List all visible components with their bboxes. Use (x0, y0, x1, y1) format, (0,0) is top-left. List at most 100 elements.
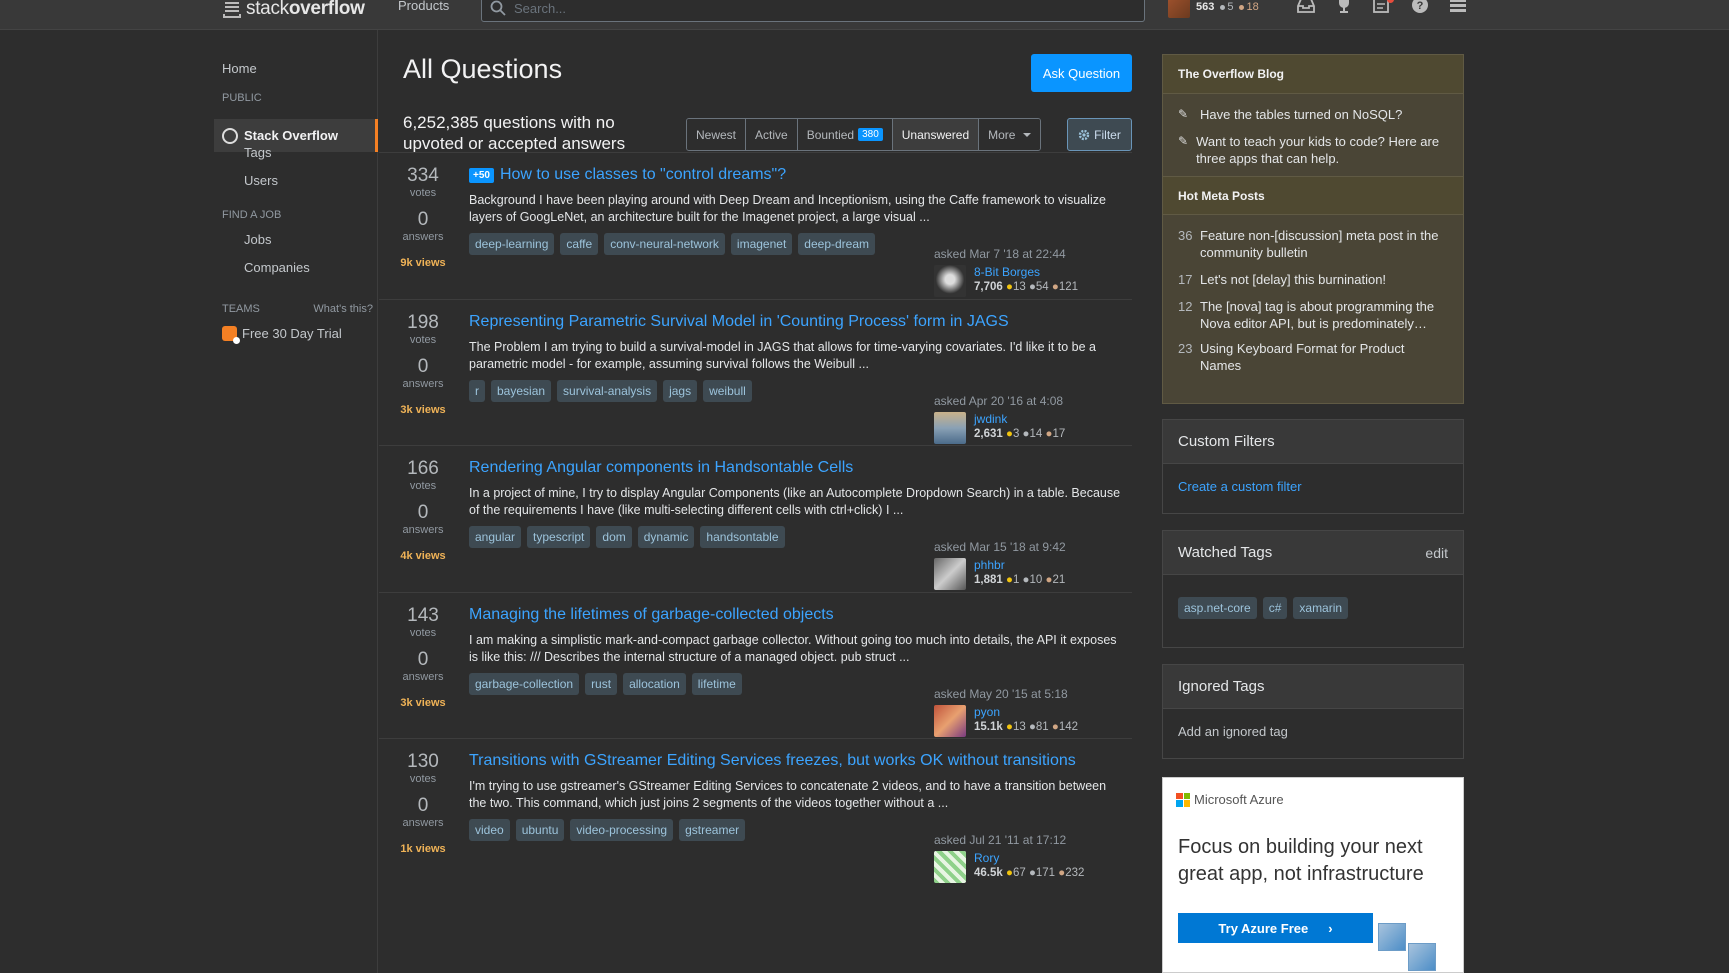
search-input[interactable] (514, 0, 1114, 16)
user-name[interactable]: jwdink (974, 412, 1065, 426)
user-profile-link[interactable]: 563 5 18 (1168, 0, 1259, 18)
nav-jobs[interactable]: Jobs (244, 232, 271, 247)
question-tag[interactable]: deep-learning (469, 233, 555, 255)
tab-more[interactable]: More (979, 119, 1041, 150)
question-tag[interactable]: r (469, 380, 485, 402)
user-avatar[interactable] (934, 705, 966, 737)
user-avatar[interactable] (934, 851, 966, 883)
nav-home[interactable]: Home (222, 61, 257, 76)
question-tag[interactable]: dom (596, 526, 632, 548)
blog-item[interactable]: ✎ Want to teach your kids to code? Here … (1163, 133, 1463, 167)
question-tag[interactable]: typescript (527, 526, 591, 548)
reputation: 563 (1196, 1, 1215, 13)
nav-companies[interactable]: Companies (244, 260, 310, 275)
question-tag[interactable]: jags (663, 380, 698, 402)
answers-label: answers (402, 524, 444, 536)
user-avatar[interactable] (934, 558, 966, 590)
site-switcher-icon[interactable] (1448, 0, 1468, 16)
question-tag[interactable]: rust (585, 673, 618, 695)
ignored-tags-title: Ignored Tags (1178, 678, 1265, 695)
question-title[interactable]: Transitions with GStreamer Editing Servi… (469, 752, 1076, 770)
filter-button[interactable]: Filter (1067, 118, 1132, 151)
user-name[interactable]: 8-Bit Borges (974, 265, 1078, 279)
free-trial-link[interactable]: Free 30 Day Trial (222, 326, 342, 344)
question-tag[interactable]: caffe (560, 233, 599, 255)
answer-count: 0 (417, 649, 429, 670)
question-tag[interactable]: imagenet (730, 233, 793, 255)
inbox-icon[interactable] (1296, 0, 1316, 16)
tab-bountied[interactable]: Bountied 380 (797, 119, 893, 150)
question-tag[interactable]: dynamic (637, 526, 695, 548)
meta-item[interactable]: 12 The [nova] tag is about programming t… (1163, 298, 1463, 332)
products-menu[interactable]: Products (398, 0, 449, 13)
question-title[interactable]: Rendering Angular components in Handsont… (469, 459, 853, 477)
question-tag[interactable]: bayesian (491, 380, 552, 402)
question-tag[interactable]: video (469, 819, 510, 841)
chevron-down-icon (1023, 132, 1032, 137)
search-box[interactable] (481, 0, 1145, 22)
question-tag[interactable]: deep-dream (798, 233, 876, 255)
help-icon[interactable]: ? (1410, 0, 1430, 16)
question-tag[interactable]: lifetime (691, 673, 742, 695)
question-tag[interactable]: handsontable (700, 526, 785, 548)
top-bar: stackoverflow Products 563 5 18 ? (0, 0, 1729, 30)
user-name[interactable]: pyon (974, 705, 1078, 719)
watched-tag[interactable]: xamarin (1293, 597, 1349, 619)
user-name[interactable]: Rory (974, 851, 1084, 865)
question-tag[interactable]: angular (469, 526, 522, 548)
tab-active[interactable]: Active (746, 119, 798, 150)
nav-stack-overflow[interactable]: Stack Overflow (214, 119, 378, 152)
meta-item[interactable]: 17 Let's not [delay] this burnination! (1163, 271, 1463, 288)
watched-tags-edit[interactable]: edit (1425, 545, 1448, 561)
question-title[interactable]: How to use classes to "control dreams"? (500, 166, 786, 184)
question-title-row: Managing the lifetimes of garbage-collec… (469, 605, 1129, 625)
bronze-badges: 18 (1239, 1, 1259, 13)
answers-label: answers (402, 671, 444, 683)
question-tag[interactable]: survival-analysis (557, 380, 658, 402)
question-owner: asked Mar 7 '18 at 22:44 8-Bit Borges 7,… (934, 247, 1134, 297)
user-avatar[interactable] (934, 265, 966, 297)
user-name[interactable]: phhbr (974, 558, 1065, 572)
add-ignored-tag[interactable]: Add an ignored tag (1178, 724, 1288, 739)
answer-count: 0 (417, 502, 429, 523)
ask-question-button[interactable]: Ask Question (1031, 54, 1132, 92)
watched-tag[interactable]: c# (1262, 597, 1288, 619)
question-tag[interactable]: conv-neural-network (604, 233, 725, 255)
stackoverflow-logo[interactable]: stackoverflow (222, 0, 365, 22)
page-title: All Questions (403, 54, 563, 84)
try-azure-button[interactable]: Try Azure Free › (1178, 913, 1373, 943)
bountied-count: 380 (858, 128, 883, 141)
blog-item[interactable]: ✎ Have the tables turned on NoSQL? (1163, 106, 1463, 123)
question-tag[interactable]: weibull (703, 380, 752, 402)
question-tag[interactable]: allocation (623, 673, 686, 695)
question-title-row: Rendering Angular components in Handsont… (469, 458, 1129, 478)
question-stats: 143 votes 0 answers 3k views (379, 593, 467, 709)
whats-this-link[interactable]: What's this? (313, 303, 373, 315)
question-title[interactable]: Representing Parametric Survival Model i… (469, 313, 1009, 331)
blog-title: The Overflow Blog (1163, 55, 1463, 94)
create-filter-link[interactable]: Create a custom filter (1178, 479, 1302, 494)
nav-tags[interactable]: Tags (244, 145, 271, 160)
user-avatar (1168, 0, 1190, 18)
question-tag[interactable]: video-processing (570, 819, 674, 841)
tab-unanswered[interactable]: Unanswered (892, 119, 980, 150)
user-reputation: 46.5k ●67 ●171 ●232 (974, 867, 1085, 879)
meta-item[interactable]: 36 Feature non-[discussion] meta post in… (1163, 227, 1463, 261)
nav-section-teams: TEAMS (222, 303, 260, 315)
azure-ad[interactable]: Microsoft Azure Focus on building your n… (1162, 777, 1464, 973)
question-tag[interactable]: ubuntu (515, 819, 565, 841)
nav-users[interactable]: Users (244, 173, 278, 188)
meta-item[interactable]: 23 Using Keyboard Format for Product Nam… (1163, 340, 1463, 374)
question-tag[interactable]: gstreamer (679, 819, 746, 841)
nav-stack-overflow-label: Stack Overflow (244, 128, 338, 143)
watched-tags-title: Watched Tags (1178, 544, 1273, 561)
question-title[interactable]: Managing the lifetimes of garbage-collec… (469, 606, 834, 624)
question-summary: 198 votes 0 answers 3k views Representin… (379, 299, 1132, 461)
question-tag[interactable]: garbage-collection (469, 673, 580, 695)
asked-time: asked Mar 15 '18 at 9:42 (934, 540, 1066, 554)
achievements-icon[interactable] (1334, 0, 1354, 16)
tab-newest[interactable]: Newest (687, 119, 747, 150)
watched-tag[interactable]: asp.net-core (1178, 597, 1257, 619)
user-avatar[interactable] (934, 412, 966, 444)
review-queues-icon[interactable] (1372, 0, 1394, 16)
